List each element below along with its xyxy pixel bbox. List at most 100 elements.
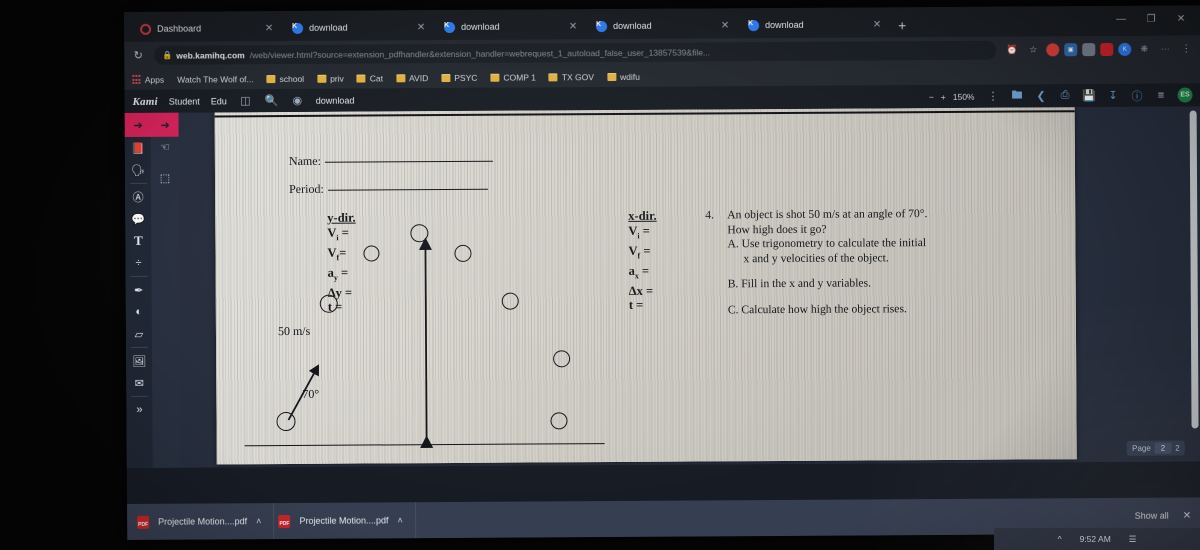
document-viewport[interactable]: Name: Period: y-dir. Vi = Vf= ay = Δy = xyxy=(178,106,1200,468)
kami-menu-edu[interactable]: Edu xyxy=(211,96,227,106)
close-shelf-button[interactable]: ✕ xyxy=(1183,510,1200,521)
equation-tool[interactable]: ÷ xyxy=(125,252,151,274)
kami-right-tools: ⋮ 🖿 ❮ ⎙ 💾 ↧ ⓘ ≡ ES xyxy=(985,87,1193,104)
maximize-button[interactable]: ❐ xyxy=(1136,8,1166,30)
kami-file-name: download xyxy=(315,95,355,106)
browser-tab-dashboard[interactable]: Dashboard ✕ xyxy=(130,15,282,42)
kami-logo[interactable]: Kami xyxy=(133,95,158,107)
tab-close-icon[interactable]: ✕ xyxy=(566,21,580,32)
browser-tab-download-1[interactable]: K download ✕ xyxy=(282,14,434,41)
bookmark-school[interactable]: school xyxy=(266,73,304,84)
bookmark-psyc[interactable]: PSYC xyxy=(441,72,477,82)
annotate-tool[interactable]: Ⓐ xyxy=(125,186,151,208)
bookmark-apps[interactable]: Apps xyxy=(132,74,164,84)
show-all-downloads-button[interactable]: Show all xyxy=(1121,511,1183,521)
name-blank-line[interactable] xyxy=(324,160,493,163)
pointer-tool-icon[interactable]: ➔ xyxy=(152,113,179,137)
more-options-icon[interactable]: ⋮ xyxy=(985,89,1000,104)
signature-tool[interactable]: ✉ xyxy=(126,372,152,394)
text-tool[interactable]: T xyxy=(125,230,151,252)
hand-tool[interactable]: ☜ xyxy=(160,141,170,154)
address-bar[interactable]: 🔒 web.kamihq.com/web/viewer.html?source=… xyxy=(154,40,997,65)
globe-icon[interactable]: ◉ xyxy=(290,93,305,108)
download-item-1[interactable]: PDF Projectile Motion....pdf ˄ xyxy=(133,503,275,540)
record-icon[interactable] xyxy=(1046,43,1060,57)
browser-tab-download-2[interactable]: K download ✕ xyxy=(434,13,586,40)
trajectory-circle xyxy=(454,244,472,262)
tab-close-icon[interactable]: ✕ xyxy=(262,23,276,34)
menu-icon[interactable]: ⋮ xyxy=(1178,43,1194,54)
folder-icon xyxy=(490,73,500,82)
zoom-out-button[interactable]: − xyxy=(929,92,934,102)
download-icon[interactable]: ↧ xyxy=(1105,88,1120,103)
bookmark-tx-gov[interactable]: TX GOV xyxy=(548,72,594,82)
taskbar: ^ 9:52 AM ☰ xyxy=(994,528,1200,550)
update-icon[interactable]: ⋯ xyxy=(1157,44,1173,55)
folder-icon xyxy=(548,72,558,81)
browser-tab-download-4[interactable]: K download ✕ xyxy=(738,11,890,38)
url-path: /web/viewer.html?source=extension_pdfhan… xyxy=(249,46,711,60)
x-vi-row: Vi = xyxy=(628,223,650,240)
tab-close-icon[interactable]: ✕ xyxy=(718,20,732,31)
help-icon[interactable]: ⓘ xyxy=(1129,88,1144,103)
folder-icon[interactable]: 🖿 xyxy=(1009,89,1024,104)
comment-tool[interactable]: 💬 xyxy=(125,208,151,230)
image-tool[interactable]: 🖼 xyxy=(126,350,152,372)
bookmark-cat[interactable]: Cat xyxy=(356,73,383,83)
download-item-2[interactable]: PDF Projectile Motion....pdf ˄ xyxy=(274,502,416,540)
browser-tab-download-3[interactable]: K download ✕ xyxy=(586,12,738,39)
x-dx-row: Δx = xyxy=(628,283,654,298)
notifications-icon[interactable]: ☰ xyxy=(1129,534,1137,545)
period-blank-line[interactable] xyxy=(327,188,488,191)
more-tools[interactable]: » xyxy=(126,399,152,421)
canvas-icon xyxy=(140,23,152,35)
puzzle-icon[interactable]: ❋ xyxy=(1136,44,1152,55)
avatar[interactable]: ES xyxy=(1177,87,1193,103)
star-icon[interactable]: ☆ xyxy=(1025,44,1041,55)
chevron-up-icon[interactable]: ˄ xyxy=(397,515,402,525)
print-icon[interactable]: ⎙ xyxy=(1057,88,1072,103)
screencast-icon[interactable] xyxy=(1082,43,1096,57)
page-navigation[interactable]: Page 2 2 xyxy=(1127,440,1185,456)
search-icon[interactable]: 🔍 xyxy=(264,93,279,108)
read-aloud-tool[interactable]: 🗣 xyxy=(125,159,151,181)
bookmark-wdifu[interactable]: wdifu xyxy=(606,71,640,81)
current-page-input[interactable]: 2 xyxy=(1154,442,1172,454)
zoom-in-button[interactable]: + xyxy=(941,91,946,101)
clock-icon[interactable]: ⏰ xyxy=(1004,45,1020,56)
kami-workspace: ↖ 📕 🗣 Ⓐ 💬 T ÷ ✒ ◐ ▱ 🖼 ✉ » ☜ xyxy=(124,106,1200,468)
kami-icon: K xyxy=(748,19,760,31)
kami-icon: K xyxy=(444,21,456,33)
bookmark-watch-the-wolf[interactable]: Watch The Wolf of... xyxy=(177,74,253,84)
copy-icon[interactable]: ▣ xyxy=(1064,43,1078,57)
taskbar-caret-icon[interactable]: ^ xyxy=(1058,534,1062,544)
save-icon[interactable]: 💾 xyxy=(1081,88,1096,103)
dictionary-tool[interactable]: 📕 xyxy=(125,137,151,159)
kami-secondary-sidebar: ☜ ⬚ xyxy=(150,112,181,468)
tab-close-icon[interactable]: ✕ xyxy=(414,22,428,33)
folder-icon xyxy=(266,74,276,83)
select-tool-active-icon[interactable]: ➔ xyxy=(125,113,152,137)
new-tab-button[interactable]: + xyxy=(898,17,906,33)
reload-icon[interactable]: ↻ xyxy=(130,49,146,62)
minimize-button[interactable]: — xyxy=(1106,8,1136,30)
kami-menu-student[interactable]: Student xyxy=(169,96,200,106)
kami-ext-icon[interactable]: K xyxy=(1118,42,1132,56)
adobe-icon[interactable] xyxy=(1100,42,1114,57)
highlight-tool[interactable]: ✒ xyxy=(126,279,152,301)
tool-divider xyxy=(129,182,147,184)
chevron-up-icon[interactable]: ˄ xyxy=(256,516,261,526)
bookmark-priv[interactable]: priv xyxy=(317,73,344,83)
tab-close-icon[interactable]: ✕ xyxy=(870,19,884,30)
split-view-icon[interactable]: ◫ xyxy=(238,93,253,108)
hamburger-menu-icon[interactable]: ≡ xyxy=(1153,88,1168,103)
kami-icon: K xyxy=(596,20,608,32)
tab-title: download xyxy=(309,22,348,33)
bookmark-comp-1[interactable]: COMP 1 xyxy=(490,72,536,82)
area-select-tool[interactable]: ⬚ xyxy=(160,172,170,185)
share-icon[interactable]: ❮ xyxy=(1033,88,1048,103)
bookmark-avid[interactable]: AVID xyxy=(396,73,428,83)
close-button[interactable]: ✕ xyxy=(1166,7,1196,29)
shapes-tool[interactable]: ◐ xyxy=(126,301,152,323)
eraser-tool[interactable]: ▱ xyxy=(126,323,152,345)
